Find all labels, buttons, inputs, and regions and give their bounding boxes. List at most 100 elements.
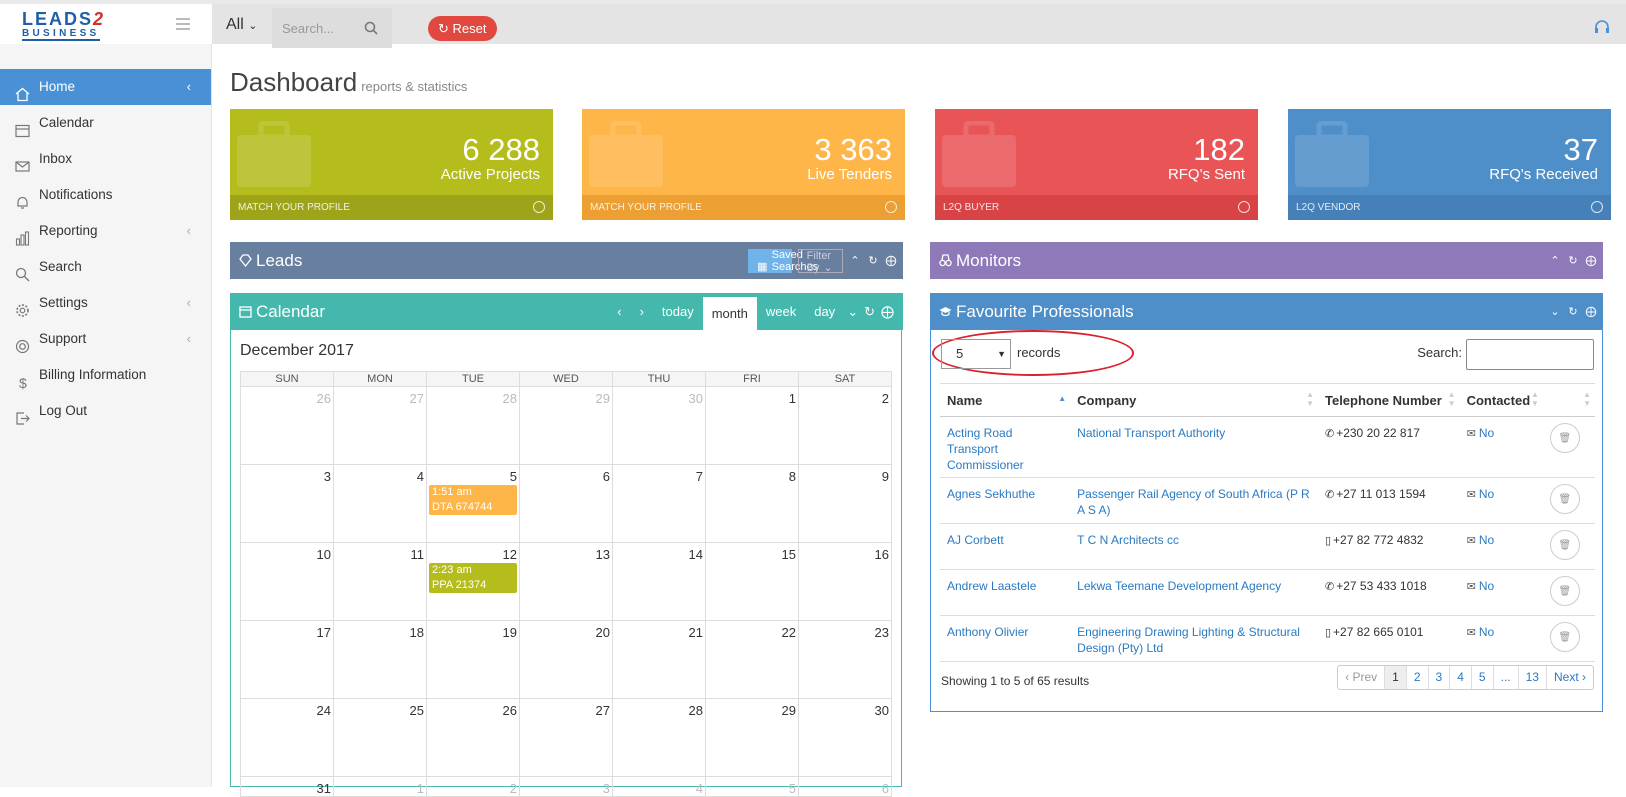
sidebar-item-billing-information[interactable]: $ Billing Information — [0, 357, 211, 393]
page-2-button[interactable]: 2 — [1405, 666, 1428, 689]
calendar-day[interactable]: 18 — [333, 620, 427, 699]
stat-footer-link[interactable]: MATCH YOUR PROFILE — [582, 195, 905, 220]
stat-tile-3[interactable]: 182 RFQ's Sent L2Q BUYER — [935, 109, 1258, 220]
delete-button[interactable]: 🗑 — [1549, 530, 1580, 560]
calendar-event[interactable]: 2:23 am PPA 21374 — [429, 563, 517, 593]
page-3-button[interactable]: 3 — [1427, 666, 1450, 689]
sidebar-item-support[interactable]: Support ‹ — [0, 321, 211, 357]
table-search-input[interactable] — [1466, 339, 1594, 370]
records-per-page-select[interactable]: 5 ▼ — [941, 339, 1011, 369]
calendar-day[interactable]: 9 — [798, 464, 892, 543]
calendar-day[interactable]: 25 — [333, 698, 427, 777]
calendar-day[interactable]: 17 — [240, 620, 334, 699]
calendar-day[interactable]: 6 — [519, 464, 613, 543]
refresh-icon[interactable]: ↻ — [861, 293, 878, 330]
scope-dropdown[interactable]: All ⌄ — [226, 16, 257, 34]
company-link[interactable]: National Transport Authority — [1077, 426, 1225, 440]
page-1-button[interactable]: 1 — [1384, 666, 1406, 689]
calendar-day[interactable]: 16 — [798, 542, 892, 621]
page-4-button[interactable]: 4 — [1449, 666, 1471, 689]
fullscreen-icon[interactable]: ⨁ — [878, 293, 897, 330]
sidebar-item-log-out[interactable]: Log Out — [0, 393, 211, 429]
calendar-day[interactable]: 23 — [798, 620, 892, 699]
delete-button[interactable]: 🗑 — [1549, 484, 1580, 514]
contacted-status-link[interactable]: No — [1479, 579, 1494, 593]
company-link[interactable]: Engineering Drawing Lighting & Structura… — [1077, 625, 1300, 655]
fullscreen-icon[interactable]: ⨁ — [1585, 255, 1597, 267]
calendar-day[interactable]: 12 2:23 am PPA 21374 — [426, 542, 520, 621]
calendar-day[interactable]: 8 — [705, 464, 799, 543]
refresh-icon[interactable]: ↻ — [1567, 306, 1579, 318]
sidebar-item-home[interactable]: Home ‹ — [0, 69, 211, 105]
sidebar-item-search[interactable]: Search — [0, 249, 211, 285]
stat-footer-link[interactable]: L2Q VENDOR — [1288, 195, 1611, 220]
next-month-button[interactable]: › — [631, 293, 653, 330]
saved-searches-button[interactable]: ▦ Saved Searches — [748, 248, 818, 273]
calendar-day[interactable]: 5 1:51 am DTA 674744 — [426, 464, 520, 543]
professional-name-link[interactable]: Agnes Sekhuthe — [947, 487, 1035, 501]
stat-tile-2[interactable]: 3 363 Live Tenders MATCH YOUR PROFILE — [582, 109, 905, 220]
refresh-icon[interactable]: ↻ — [867, 255, 879, 267]
month-view-button[interactable]: month — [702, 297, 757, 330]
calendar-day[interactable]: 19 — [426, 620, 520, 699]
search-icon[interactable] — [364, 21, 378, 35]
professional-name-link[interactable]: AJ Corbett — [947, 533, 1004, 547]
company-link[interactable]: Passenger Rail Agency of South Africa (P… — [1077, 487, 1310, 517]
delete-button[interactable]: 🗑 — [1549, 576, 1580, 606]
contacted-status-link[interactable]: No — [1479, 533, 1494, 547]
calendar-day[interactable]: 27 — [519, 698, 613, 777]
reset-button[interactable]: ↻ Reset — [428, 16, 497, 41]
prev-month-button[interactable]: ‹ — [608, 293, 630, 330]
calendar-day[interactable]: 7 — [612, 464, 706, 543]
sidebar-item-calendar[interactable]: Calendar — [0, 105, 211, 141]
calendar-day[interactable]: 11 — [333, 542, 427, 621]
professional-name-link[interactable]: Anthony Olivier — [947, 625, 1028, 639]
page-13-button[interactable]: 13 — [1517, 666, 1546, 689]
professional-name-link[interactable]: Andrew Laastele — [947, 579, 1036, 593]
calendar-day[interactable]: 13 — [519, 542, 613, 621]
calendar-day[interactable]: 30 — [798, 698, 892, 777]
column-header-telephone-number[interactable]: Telephone Number ▲ ▼ — [1317, 383, 1460, 417]
calendar-day[interactable]: 20 — [519, 620, 613, 699]
stat-footer-link[interactable]: L2Q BUYER — [935, 195, 1258, 220]
contacted-status-link[interactable]: No — [1479, 625, 1494, 639]
calendar-day[interactable]: 1 — [705, 386, 799, 465]
sidebar-item-notifications[interactable]: Notifications — [0, 177, 211, 213]
calendar-day[interactable]: 26 — [426, 698, 520, 777]
sidebar-item-inbox[interactable]: Inbox — [0, 141, 211, 177]
fullscreen-icon[interactable]: ⨁ — [885, 255, 897, 267]
fullscreen-icon[interactable]: ⨁ — [1585, 306, 1597, 318]
calendar-day[interactable]: 29 — [519, 386, 613, 465]
calendar-day[interactable]: 27 — [333, 386, 427, 465]
prev-page-button[interactable]: ‹ Prev — [1338, 666, 1384, 689]
calendar-day[interactable]: 26 — [240, 386, 334, 465]
calendar-day[interactable]: 14 — [612, 542, 706, 621]
delete-button[interactable]: 🗑 — [1549, 622, 1580, 652]
calendar-day[interactable]: 21 — [612, 620, 706, 699]
calendar-day[interactable]: 24 — [240, 698, 334, 777]
collapse-icon[interactable]: ⌄ — [844, 293, 861, 330]
sidebar-item-reporting[interactable]: Reporting ‹ — [0, 213, 211, 249]
calendar-day[interactable]: 15 — [705, 542, 799, 621]
day-view-button[interactable]: day — [805, 293, 844, 330]
top-search-input[interactable] — [272, 8, 362, 48]
stat-footer-link[interactable]: MATCH YOUR PROFILE — [230, 195, 553, 220]
calendar-day[interactable]: 4 — [333, 464, 427, 543]
collapse-icon[interactable]: ⌃ — [1549, 255, 1561, 267]
filter-by-button[interactable]: Filter By ⌄ — [797, 248, 843, 274]
column-header-company[interactable]: Company ▲ ▼ — [1070, 383, 1318, 417]
headset-icon[interactable] — [1594, 20, 1610, 34]
week-view-button[interactable]: week — [757, 293, 805, 330]
stat-tile-4[interactable]: 37 RFQ's Received L2Q VENDOR — [1288, 109, 1611, 220]
next-page-button[interactable]: Next › — [1545, 666, 1593, 689]
menu-toggle-icon[interactable] — [176, 18, 190, 33]
company-link[interactable]: Lekwa Teemane Development Agency — [1077, 579, 1281, 593]
collapse-icon[interactable]: ⌃ — [849, 255, 861, 267]
column-header-name[interactable]: Name ▲ — [940, 383, 1071, 417]
calendar-day[interactable]: 30 — [612, 386, 706, 465]
collapse-icon[interactable]: ⌄ — [1549, 306, 1561, 318]
professional-name-link[interactable]: Acting Road Transport Commissioner — [947, 426, 1024, 472]
stat-tile-1[interactable]: 6 288 Active Projects MATCH YOUR PROFILE — [230, 109, 553, 220]
column-header-contacted[interactable]: Contacted ▲ ▼ — [1459, 383, 1543, 417]
calendar-day[interactable]: 3 — [240, 464, 334, 543]
